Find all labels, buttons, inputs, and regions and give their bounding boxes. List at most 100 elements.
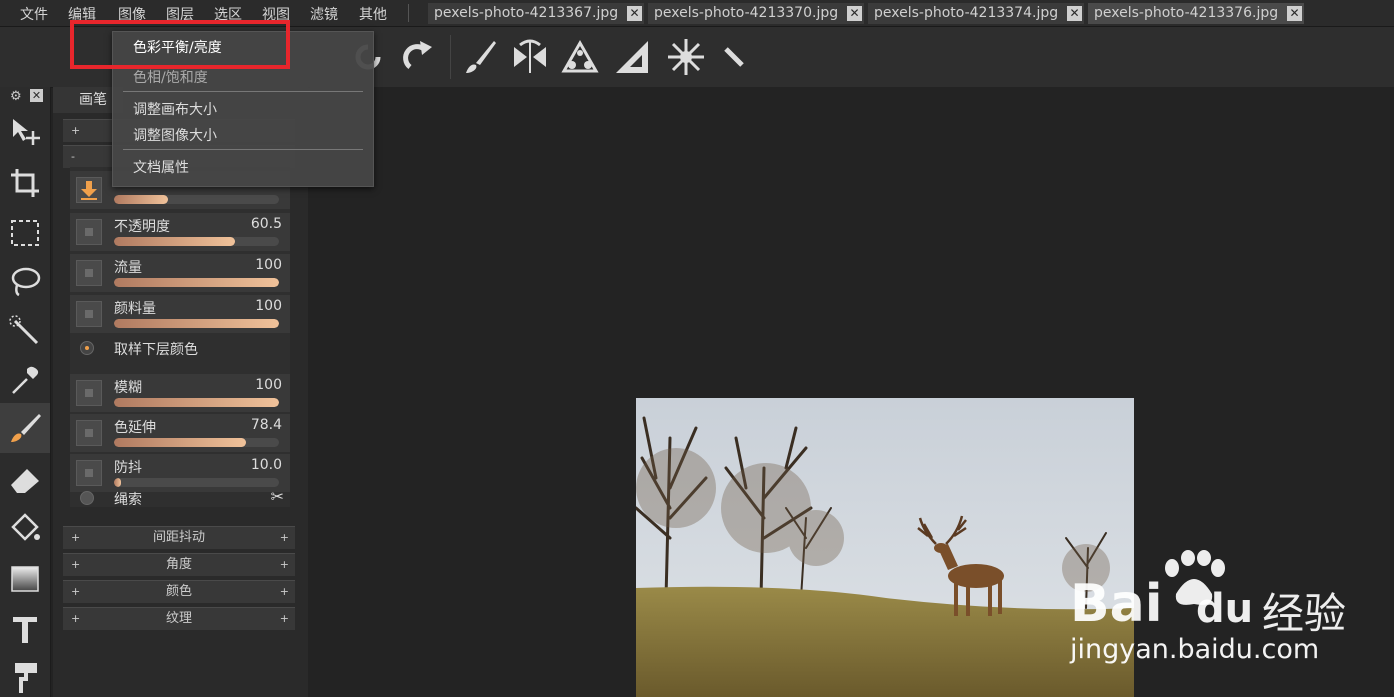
text-icon[interactable]	[7, 611, 43, 647]
gear-icon[interactable]: ⚙	[10, 89, 22, 104]
blur-checkbox[interactable]	[76, 380, 102, 406]
tab-file-3[interactable]: pexels-photo-4213374.jpg ✕	[868, 3, 1084, 24]
tab-file-4-label: pexels-photo-4213376.jpg	[1094, 5, 1279, 21]
lasso-row: 绳索 ✂	[70, 485, 290, 513]
paint-slider[interactable]	[114, 319, 279, 328]
flow-label: 流量	[114, 260, 142, 276]
lasso-icon[interactable]	[7, 263, 43, 299]
flow-slider-fill	[114, 278, 279, 287]
close-icon[interactable]: ✕	[30, 89, 43, 102]
magic-wand-icon[interactable]	[7, 313, 43, 349]
paint-value: 100	[255, 298, 282, 314]
opacity-slider[interactable]	[114, 237, 279, 246]
perspective-icon[interactable]	[560, 37, 600, 77]
brush-icon[interactable]	[460, 37, 500, 77]
plus-icon: +	[71, 531, 81, 544]
section-spacing-jitter[interactable]: + 间距抖动 +	[63, 526, 295, 549]
section-color[interactable]: + 颜色 +	[63, 580, 295, 603]
section-label: 间距抖动	[152, 530, 205, 545]
menu-item-image-size[interactable]: 调整图像大小	[133, 125, 217, 145]
menu-item-canvas-size[interactable]: 调整画布大小	[133, 99, 217, 119]
menu-other[interactable]: 其他	[359, 4, 387, 24]
opacity-label: 不透明度	[114, 219, 170, 235]
marquee-icon[interactable]	[7, 215, 43, 251]
plus-icon: +	[71, 612, 81, 625]
document-image[interactable]	[636, 398, 1134, 697]
menu-filter[interactable]: 滤镜	[310, 4, 338, 24]
toolbox: ⚙ ✕	[0, 87, 51, 697]
tab-file-3-label: pexels-photo-4213374.jpg	[874, 5, 1059, 21]
blur-row: 模糊 100	[70, 374, 290, 412]
brush-tool[interactable]	[0, 403, 50, 453]
flow-checkbox[interactable]	[76, 260, 102, 286]
flip-icon[interactable]	[510, 37, 550, 77]
flow-slider[interactable]	[114, 278, 279, 287]
brush-preset-button[interactable]	[76, 177, 102, 203]
close-icon[interactable]: ✕	[847, 6, 862, 21]
paint-checkbox[interactable]	[76, 301, 102, 327]
blur-slider[interactable]	[114, 398, 279, 407]
size-slider-fill	[114, 195, 169, 204]
section-label: 角度	[165, 557, 192, 572]
flow-value: 100	[255, 257, 282, 273]
section-texture[interactable]: + 纹理 +	[63, 607, 295, 630]
opacity-value: 60.5	[250, 216, 282, 232]
toolbar-divider	[450, 35, 451, 79]
section-label: 颜色	[165, 584, 192, 599]
menu-item-hue-saturation[interactable]: 色相/饱和度	[133, 67, 208, 87]
close-icon[interactable]: ✕	[1287, 6, 1302, 21]
gradient-icon[interactable]	[7, 561, 43, 597]
eyedropper-icon[interactable]	[7, 363, 43, 399]
section-label: 纹理	[165, 611, 192, 626]
stabilizer-checkbox[interactable]	[76, 460, 102, 486]
color-extend-slider[interactable]	[114, 438, 279, 447]
plus-icon: +	[279, 585, 289, 598]
bucket-icon[interactable]	[7, 511, 43, 547]
ruler-icon[interactable]	[612, 37, 652, 77]
close-icon[interactable]: ✕	[1067, 6, 1082, 21]
lasso-radio[interactable]	[80, 491, 94, 505]
plus-icon: +	[71, 124, 81, 137]
baidu-watermark: Bai du 经验 jingyan.baidu.com	[1070, 550, 1390, 690]
color-extend-checkbox[interactable]	[76, 420, 102, 446]
color-extend-row: 色延伸 78.4	[70, 414, 290, 452]
lasso-label: 绳索	[114, 492, 142, 508]
watermark-url: jingyan.baidu.com	[1070, 634, 1320, 665]
opacity-checkbox[interactable]	[76, 219, 102, 245]
paint-slider-fill	[114, 319, 279, 328]
tab-file-1-label: pexels-photo-4213367.jpg	[434, 5, 619, 21]
plus-icon: +	[279, 531, 289, 544]
close-icon[interactable]: ✕	[627, 6, 642, 21]
sample-layer-row: 取样下层颜色	[70, 335, 290, 363]
arrow-down-icon	[81, 181, 97, 200]
stabilizer-value: 10.0	[250, 457, 282, 473]
size-slider[interactable]	[114, 195, 279, 204]
menu-separator	[123, 91, 363, 92]
crop-icon[interactable]	[7, 165, 43, 201]
menu-item-document-properties[interactable]: 文档属性	[133, 157, 189, 177]
blur-label: 模糊	[114, 380, 142, 396]
section-angle[interactable]: + 角度 +	[63, 553, 295, 576]
menu-file[interactable]: 文件	[20, 4, 48, 24]
watermark-brand-du: du	[1196, 586, 1254, 632]
redo-icon[interactable]	[398, 37, 438, 77]
sample-layer-radio[interactable]	[80, 341, 94, 355]
tools-icon[interactable]: ✂	[271, 487, 284, 506]
highlight-box	[70, 20, 290, 69]
flow-row: 流量 100	[70, 254, 290, 292]
minus-icon: -	[71, 150, 75, 163]
eraser-icon[interactable]	[7, 461, 43, 497]
tab-file-2[interactable]: pexels-photo-4213370.jpg ✕	[648, 3, 864, 24]
move-icon[interactable]	[7, 115, 43, 151]
watermark-brand: Bai	[1070, 574, 1163, 634]
opacity-row: 不透明度 60.5	[70, 213, 290, 251]
snowflake-icon[interactable]	[666, 37, 706, 77]
blur-slider-fill	[114, 398, 279, 407]
blur-value: 100	[255, 377, 282, 393]
paint-roller-icon[interactable]	[7, 659, 43, 695]
tab-file-4[interactable]: pexels-photo-4213376.jpg ✕	[1088, 3, 1304, 24]
measure-icon[interactable]	[714, 37, 754, 77]
deer-photo	[636, 398, 1134, 697]
tab-file-1[interactable]: pexels-photo-4213367.jpg ✕	[428, 3, 644, 24]
brush-icon	[11, 414, 41, 442]
